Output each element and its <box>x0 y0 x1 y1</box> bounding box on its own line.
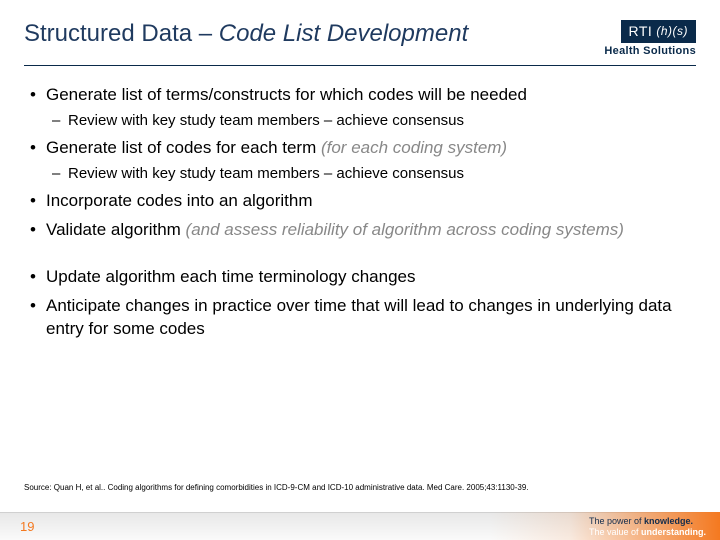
sub-bullet-item: Review with key study team members – ach… <box>46 111 692 131</box>
brand-logo: RTI (h)(s) Health Solutions <box>604 20 696 57</box>
bullet-text: Generate list of codes for each term <box>46 138 321 157</box>
page-number: 19 <box>20 519 34 534</box>
bullet-item: Update algorithm each time terminology c… <box>28 266 692 289</box>
bullet-group-1: Generate list of terms/constructs for wh… <box>28 84 692 242</box>
bullet-text: Update algorithm each time terminology c… <box>46 267 415 286</box>
footer: 19 The power of knowledge. The value of … <box>0 506 720 540</box>
title-emph: Code List Development <box>219 20 468 47</box>
bullet-text-gray: (and assess reliability of algorithm acr… <box>186 220 624 239</box>
title-pre: Structured Data – <box>24 20 219 47</box>
tagline-line-2: The value of understanding. <box>589 527 706 537</box>
header: Structured Data – Code List Development … <box>0 0 720 65</box>
spacer <box>28 248 692 266</box>
sub-bullet-item: Review with key study team members – ach… <box>46 164 692 184</box>
bullet-text-gray: (for each coding system) <box>321 138 507 157</box>
sub-bullet-list: Review with key study team members – ach… <box>46 164 692 184</box>
tagline-line-1: The power of knowledge. <box>589 516 706 526</box>
content-area: Generate list of terms/constructs for wh… <box>0 66 720 341</box>
bullet-text: Generate list of terms/constructs for wh… <box>46 85 527 104</box>
bullet-text: Anticipate changes in practice over time… <box>46 296 672 338</box>
bullet-item: Anticipate changes in practice over time… <box>28 295 692 341</box>
bullet-item: Generate list of codes for each term (fo… <box>28 137 692 184</box>
logo-subtext: Health Solutions <box>604 45 696 57</box>
logo-brand: RTI <box>629 23 653 39</box>
source-citation: Source: Quan H, et al.. Coding algorithm… <box>24 483 529 492</box>
bullet-text: Validate algorithm <box>46 220 186 239</box>
logo-brand-hs: (h)(s) <box>656 24 688 38</box>
bullet-item: Incorporate codes into an algorithm <box>28 190 692 213</box>
bullet-item: Generate list of terms/constructs for wh… <box>28 84 692 131</box>
bullet-item: Validate algorithm (and assess reliabili… <box>28 219 692 242</box>
logo-badge: RTI (h)(s) <box>621 20 696 43</box>
footer-tagline: The power of knowledge. The value of und… <box>589 516 706 537</box>
bullet-group-2: Update algorithm each time terminology c… <box>28 266 692 341</box>
slide-title: Structured Data – Code List Development <box>24 20 468 48</box>
sub-bullet-list: Review with key study team members – ach… <box>46 111 692 131</box>
slide: Structured Data – Code List Development … <box>0 0 720 540</box>
bullet-text: Incorporate codes into an algorithm <box>46 191 313 210</box>
